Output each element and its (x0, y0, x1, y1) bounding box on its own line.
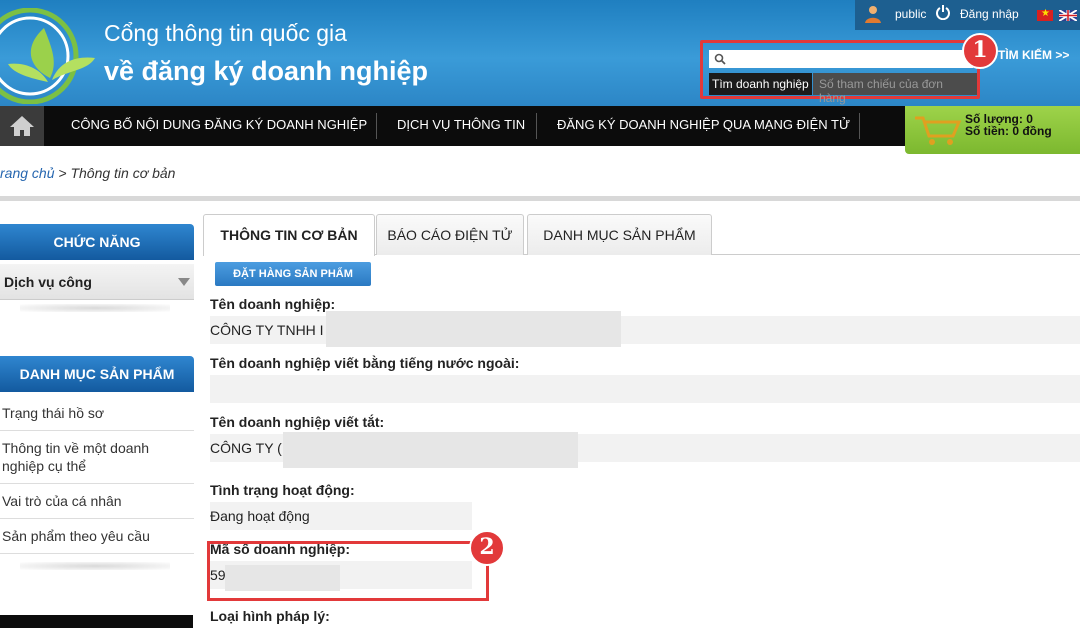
nav-divider (859, 113, 860, 139)
tab-order-reference[interactable]: Số tham chiếu của đơn hàng (813, 73, 977, 105)
breadcrumb: rang chủ > Thông tin cơ bản (0, 165, 175, 181)
home-icon (10, 116, 34, 136)
user-bar: public Đăng nhập ★ (855, 0, 1080, 30)
nav-divider (536, 113, 537, 139)
company-name-label: Tên doanh nghiệp: (210, 296, 336, 312)
panel-shadow (20, 304, 170, 312)
search-button[interactable]: TÌM KIẾM >> (998, 48, 1069, 62)
tab-find-company[interactable]: Tìm doanh nghiệp (709, 73, 812, 95)
products-list: Trạng thái hồ sơ Thông tin về một doanh … (0, 396, 194, 554)
functions-header: CHỨC NĂNG (0, 224, 194, 260)
power-icon (936, 5, 950, 20)
username-link[interactable]: public (895, 7, 926, 21)
portal-logo-icon[interactable] (0, 8, 100, 104)
search-panel: Tìm doanh nghiệp Số tham chiếu của đơn h… (700, 40, 980, 105)
divider (0, 196, 1080, 201)
order-product-button[interactable]: ĐẶT HÀNG SẢN PHẨM (215, 262, 371, 286)
sidebar-footer-bar (0, 615, 193, 628)
english-flag-icon[interactable] (1059, 10, 1077, 21)
nav-item-info-services[interactable]: DỊCH VỤ THÔNG TIN (397, 117, 525, 132)
site-title-line1: Cổng thông tin quốc gia (104, 20, 347, 46)
annotation-badge-1: 1 (962, 33, 998, 69)
foreign-name-value (210, 375, 1080, 403)
redacted-area (326, 311, 621, 347)
chevron-down-icon (178, 278, 190, 286)
cart-widget[interactable]: Số lượng: 0 Số tiền: 0 đồng (905, 106, 1080, 154)
sidebar-item-company-info[interactable]: Thông tin về một doanh nghiệp cụ thể (0, 431, 194, 484)
breadcrumb-current: Thông tin cơ bản (70, 165, 176, 181)
search-icon (714, 53, 726, 65)
short-name-label: Tên doanh nghiệp viết tắt: (210, 414, 385, 430)
sidebar-item-file-status[interactable]: Trạng thái hồ sơ (0, 396, 194, 431)
sidebar-item-personal-role[interactable]: Vai trò của cá nhân (0, 484, 194, 519)
login-link[interactable]: Đăng nhập (960, 7, 1019, 21)
functions-select-value: Dịch vụ công (4, 274, 92, 290)
annotation-badge-2: 2 (469, 530, 505, 566)
tab-electronic-reports[interactable]: BÁO CÁO ĐIỆN TỬ (376, 214, 524, 255)
site-header: Cổng thông tin quốc gia về đăng ký doanh… (0, 0, 1080, 106)
operating-status-label: Tình trạng hoạt động: (210, 482, 355, 498)
highlight-box (207, 541, 489, 601)
breadcrumb-separator: > (54, 165, 71, 181)
nav-item-publication[interactable]: CÔNG BỐ NỘI DUNG ĐĂNG KÝ DOANH NGHIỆP (71, 117, 367, 132)
operating-status-value: Đang hoạt động (210, 502, 472, 530)
sidebar-item-custom-products[interactable]: Sản phẩm theo yêu cầu (0, 519, 194, 554)
products-header: DANH MỤC SẢN PHẨM (0, 356, 194, 392)
search-input[interactable] (709, 50, 973, 68)
home-button[interactable] (0, 106, 44, 146)
redacted-area (283, 432, 578, 468)
functions-select[interactable]: Dịch vụ công (0, 264, 194, 300)
breadcrumb-home-link[interactable]: rang chủ (0, 165, 54, 181)
nav-item-online-registration[interactable]: ĐĂNG KÝ DOANH NGHIỆP QUA MẠNG ĐIỆN TỬ (557, 117, 850, 132)
tab-basic-info[interactable]: THÔNG TIN CƠ BẢN (203, 214, 375, 256)
foreign-name-label: Tên doanh nghiệp viết bằng tiếng nước ng… (210, 355, 520, 371)
panel-shadow (20, 562, 170, 570)
shopping-cart-icon (915, 116, 962, 145)
legal-type-label: Loại hình pháp lý: (210, 608, 330, 624)
cart-amount: Số tiền: 0 đồng (965, 124, 1052, 138)
tab-product-catalog[interactable]: DANH MỤC SẢN PHẨM (527, 214, 712, 255)
vietnamese-flag-icon[interactable]: ★ (1037, 8, 1053, 21)
user-icon (865, 6, 881, 23)
nav-divider (376, 113, 377, 139)
site-title-line2: về đăng ký doanh nghiệp (104, 56, 429, 86)
